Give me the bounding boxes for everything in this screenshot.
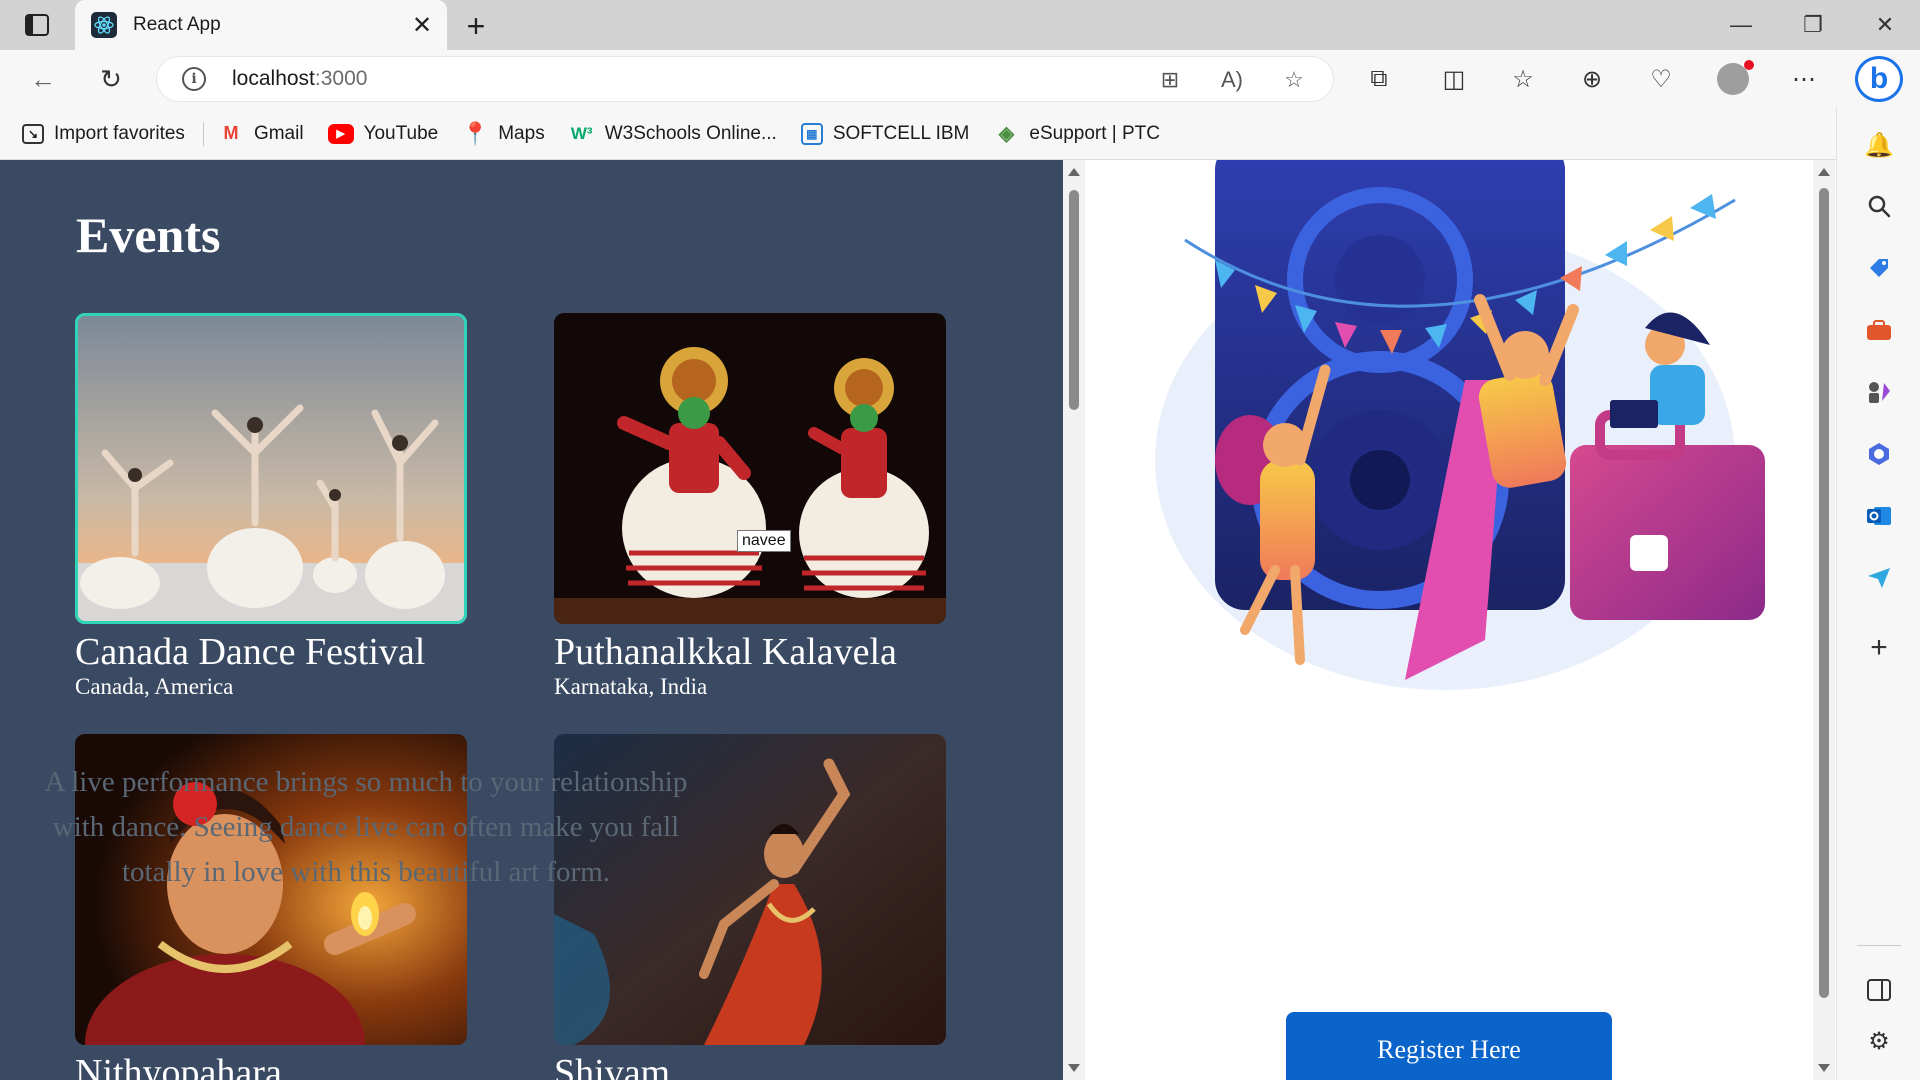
add-icon[interactable]: + bbox=[1859, 628, 1899, 668]
minimize-icon[interactable]: — bbox=[1716, 8, 1766, 42]
favorite-star-icon[interactable]: ☆ bbox=[1280, 66, 1308, 94]
bell-icon[interactable]: 🔔 bbox=[1859, 125, 1899, 165]
games-icon[interactable] bbox=[1859, 372, 1899, 412]
favorites-icon[interactable]: ☆ bbox=[1506, 62, 1540, 96]
gmail-icon: M bbox=[223, 123, 239, 143]
react-icon bbox=[91, 12, 117, 38]
refresh-icon[interactable]: ↻ bbox=[94, 62, 128, 96]
split-screen-icon[interactable]: ◫ bbox=[1437, 62, 1471, 96]
edge-sidebar: 🔔 + ⚙ bbox=[1836, 108, 1920, 1080]
more-options-icon[interactable]: ⋯ bbox=[1787, 62, 1821, 96]
event-image-canada-dance[interactable] bbox=[75, 313, 467, 624]
search-icon[interactable] bbox=[1859, 186, 1899, 226]
sidebar-toggle-icon[interactable] bbox=[1859, 970, 1899, 1010]
bookmark-label: eSupport | PTC bbox=[1029, 122, 1160, 144]
event-name: Puthanalkkal Kalavela bbox=[554, 631, 897, 673]
new-tab-icon[interactable]: + bbox=[460, 8, 492, 44]
bookmark-label: Import favorites bbox=[54, 122, 185, 144]
active-tab[interactable]: React App ✕ bbox=[75, 0, 447, 50]
bookmark-label: Gmail bbox=[253, 122, 304, 144]
event-name: Shivam bbox=[554, 1052, 671, 1080]
event-card[interactable]: Puthanalkkal Kalavela Karnataka, India bbox=[554, 313, 946, 700]
events-panel: Events Canada Dance Festival Canada, Ame… bbox=[0, 160, 1063, 1080]
scroll-up-arrow-icon[interactable] bbox=[1818, 168, 1830, 176]
event-name: Canada Dance Festival bbox=[75, 631, 426, 673]
bookmark-label: YouTube bbox=[363, 122, 439, 144]
left-scrollbar[interactable] bbox=[1063, 160, 1085, 1080]
site-info-icon[interactable]: i bbox=[182, 67, 206, 91]
back-icon[interactable]: ← bbox=[26, 62, 60, 96]
browser-essentials-icon[interactable]: ♡ bbox=[1644, 62, 1678, 96]
event-name: Nithyopahara bbox=[75, 1052, 282, 1080]
event-card[interactable]: Canada Dance Festival Canada, America bbox=[75, 313, 467, 700]
bookmark-import-favorites[interactable]: ↘ Import favorites bbox=[22, 123, 185, 145]
right-scroll-thumb[interactable] bbox=[1819, 188, 1829, 998]
extensions-icon[interactable]: ⧉ bbox=[1362, 62, 1396, 96]
event-description: A live performance brings so much to you… bbox=[44, 766, 688, 888]
esupport-icon: ◈ bbox=[998, 123, 1015, 145]
close-tab-icon[interactable]: ✕ bbox=[409, 12, 435, 39]
party-illustration bbox=[1155, 160, 1765, 690]
bookmark-label: SOFTCELL IBM bbox=[832, 122, 970, 144]
youtube-icon: ▶ bbox=[327, 123, 354, 144]
url-text[interactable]: localhost:3000 bbox=[232, 67, 367, 91]
tab-actions-icon[interactable] bbox=[18, 12, 56, 38]
register-button[interactable]: Register Here bbox=[1286, 1012, 1612, 1080]
title-bar: React App ✕ + — ❐ ✕ bbox=[0, 0, 1920, 50]
sidebar-divider bbox=[1857, 945, 1901, 946]
bookmark-label: Maps bbox=[498, 122, 545, 144]
right-scrollbar[interactable] bbox=[1813, 160, 1835, 1080]
scroll-down-arrow-icon[interactable] bbox=[1818, 1064, 1830, 1072]
register-panel bbox=[1085, 160, 1819, 1080]
page-viewport: Events Canada Dance Festival Canada, Ame… bbox=[0, 160, 1836, 1080]
address-bar[interactable]: i localhost:3000 ⊞ A) ☆ bbox=[156, 56, 1334, 102]
read-aloud-icon[interactable]: A) bbox=[1218, 66, 1246, 94]
event-place: Canada, America bbox=[75, 674, 234, 699]
scroll-up-arrow-icon[interactable] bbox=[1068, 168, 1080, 176]
w3schools-icon: W³ bbox=[570, 123, 593, 143]
tools-icon[interactable] bbox=[1859, 310, 1899, 350]
address-toolbar: ← ↻ i localhost:3000 ⊞ A) ☆ ⧉ ◫ ☆ ⊕ ♡ ⋯ … bbox=[0, 50, 1920, 108]
tooltip: navee bbox=[737, 530, 791, 552]
bookmark-softcell-ibm[interactable]: ▦ SOFTCELL IBM bbox=[800, 122, 970, 145]
bing-copilot-icon[interactable]: b bbox=[1855, 56, 1903, 102]
close-window-icon[interactable]: ✕ bbox=[1860, 8, 1910, 42]
maps-icon: 📍 bbox=[461, 120, 489, 146]
bookmark-gmail[interactable]: M Gmail bbox=[218, 121, 304, 147]
softcell-icon: ▦ bbox=[800, 122, 823, 145]
restore-icon[interactable]: ❐ bbox=[1788, 8, 1838, 42]
bookmark-esupport-ptc[interactable]: ◈ eSupport | PTC bbox=[993, 121, 1160, 147]
apps-icon[interactable]: ⊞ bbox=[1156, 66, 1184, 94]
send-icon[interactable] bbox=[1859, 558, 1899, 598]
microsoft365-icon[interactable] bbox=[1859, 434, 1899, 474]
left-scroll-thumb[interactable] bbox=[1069, 190, 1079, 410]
shopping-tag-icon[interactable] bbox=[1859, 248, 1899, 288]
event-image-kathakali[interactable] bbox=[554, 313, 946, 624]
profile-avatar[interactable] bbox=[1717, 60, 1754, 95]
event-place: Karnataka, India bbox=[554, 674, 708, 699]
favorites-bar: ↘ Import favorites M Gmail ▶ YouTube 📍 M… bbox=[0, 108, 1836, 160]
bookmark-maps[interactable]: 📍 Maps bbox=[461, 120, 545, 147]
outlook-icon[interactable] bbox=[1859, 496, 1899, 536]
collections-icon[interactable]: ⊕ bbox=[1575, 62, 1609, 96]
tab-title: React App bbox=[133, 14, 221, 35]
settings-gear-icon[interactable]: ⚙ bbox=[1859, 1021, 1899, 1061]
bookmark-label: W3Schools Online... bbox=[604, 122, 777, 144]
bookmark-separator bbox=[202, 121, 204, 146]
import-icon: ↘ bbox=[22, 123, 44, 144]
events-heading: Events bbox=[76, 207, 221, 263]
bookmark-youtube[interactable]: ▶ YouTube bbox=[327, 122, 439, 145]
bookmark-w3schools[interactable]: W³ W3Schools Online... bbox=[569, 121, 777, 147]
scroll-down-arrow-icon[interactable] bbox=[1068, 1064, 1080, 1072]
